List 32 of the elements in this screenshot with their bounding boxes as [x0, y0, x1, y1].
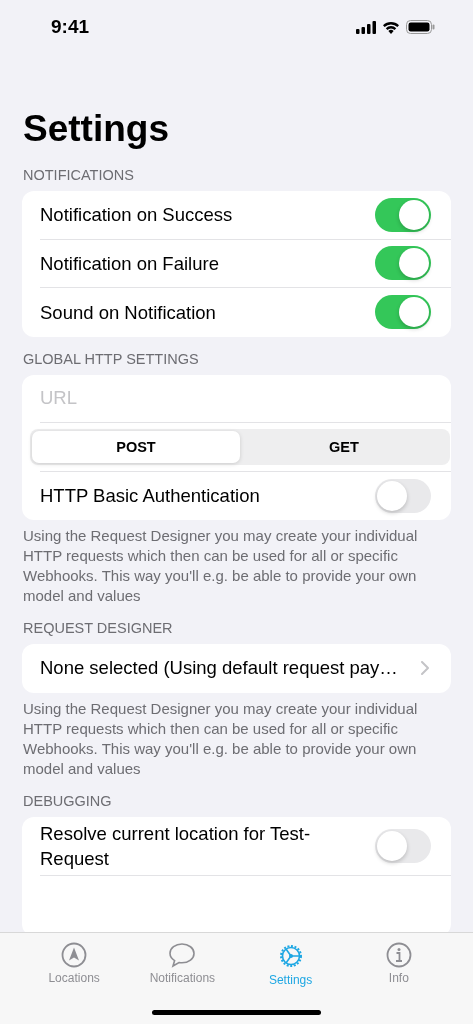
signal-icon: [356, 20, 376, 34]
setting-label: Notification on Failure: [40, 251, 220, 276]
toggle-switch[interactable]: [375, 246, 431, 281]
section-header: REQUEST DESIGNER: [23, 620, 174, 636]
url-field[interactable]: URL: [40, 387, 431, 410]
tab-item[interactable]: Settings: [236, 933, 345, 987]
info-icon: [385, 942, 412, 968]
request-designer-row[interactable]: None selected (Using default request pay…: [40, 644, 451, 693]
speech-bubble-icon: [168, 942, 197, 968]
section-header: DEBUGGING: [23, 792, 113, 809]
setting-label: Resolve current location for Test-Request: [40, 821, 312, 871]
setting-label: Sound on Notification: [40, 300, 217, 325]
tab-item[interactable]: Notifications: [128, 933, 237, 985]
toggle-switch[interactable]: [375, 295, 431, 330]
wifi-icon: [382, 20, 400, 34]
setting-label: Notification on Success: [40, 203, 234, 228]
page-title: Settings: [23, 107, 170, 151]
battery-icon: [406, 20, 435, 34]
toggle-switch[interactable]: [375, 478, 431, 513]
status-time: 9:41: [51, 16, 90, 38]
section-header: GLOBAL HTTP SETTINGS: [23, 350, 200, 367]
toggle-switch[interactable]: [375, 828, 431, 863]
segment[interactable]: GET: [240, 430, 448, 463]
chevron-icon: [421, 661, 429, 676]
segment[interactable]: POST: [32, 430, 240, 463]
section-footer: Using the Request Designer you may create your individual HTTP requests which then can be used for all or specific Webhooks. This way you'll e.g. be able to provide your own model and values: [23, 698, 451, 779]
section-footer: Using the Request Designer you may create your individual HTTP requests which then can be used for all or specific Webhooks. This way you'll e.g. be able to provide your own model and values: [23, 526, 451, 606]
setting-label: HTTP Basic Authentication: [40, 484, 261, 509]
section-header: NOTIFICATIONS: [23, 167, 135, 183]
tab-item[interactable]: Locations: [20, 933, 129, 985]
tab-item[interactable]: Info: [344, 933, 453, 985]
toggle-switch[interactable]: [375, 197, 431, 232]
